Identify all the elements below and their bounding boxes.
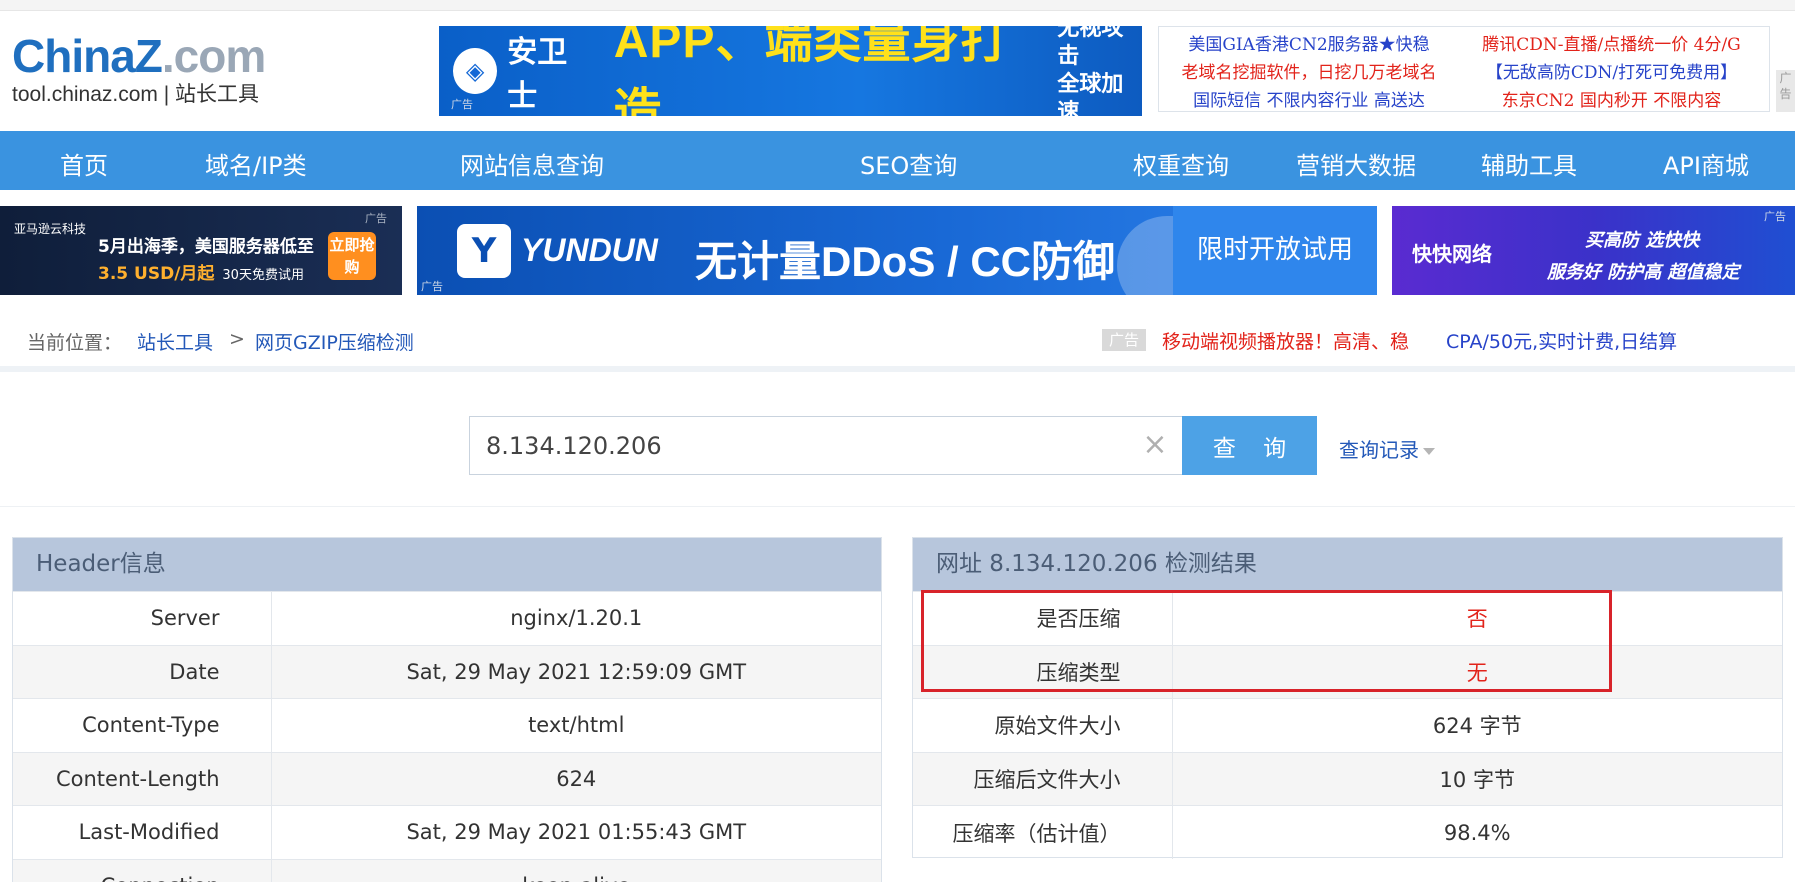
ad-tag: 广告 bbox=[365, 212, 387, 225]
main-nav: 首页 域名/IP类 网站信息查询 SEO查询 权重查询 营销大数据 辅助工具 A… bbox=[0, 131, 1795, 190]
text-ads-box: 美国GIA香港CN2服务器★快稳 老域名挖掘软件，日挖几万老域名 国际短信 不限… bbox=[1158, 26, 1770, 112]
breadcrumb-bar: 当前位置： 站长工具 > 网页GZIP压缩检测 广告 移动端视频播放器！高清、稳… bbox=[0, 307, 1795, 372]
panel-title: Header信息 bbox=[13, 538, 881, 591]
banner-side-text: 无视攻击 全球加速 bbox=[1057, 26, 1124, 116]
nav-domain-ip[interactable]: 域名/IP类 bbox=[205, 146, 307, 181]
breadcrumb-home[interactable]: 站长工具 bbox=[137, 328, 213, 355]
search-section: × 查 询 查询记录 bbox=[0, 378, 1795, 507]
ad-tag: 广告 bbox=[421, 280, 443, 293]
yundun-logo-icon: Y bbox=[457, 224, 511, 278]
table-row: 是否压缩否 bbox=[913, 591, 1782, 645]
search-input[interactable] bbox=[469, 416, 1182, 475]
row-value: Sat, 29 May 2021 12:59:09 GMT bbox=[271, 644, 881, 699]
table-row: Content-Length 624 bbox=[13, 751, 881, 806]
text-ad-link[interactable]: 腾讯CDN-直播/点播统一价 4分/G bbox=[1459, 31, 1764, 59]
text-ad-link[interactable]: 东京CN2 国内秒开 不限内容 bbox=[1459, 87, 1764, 115]
row-value: 624 字节 bbox=[1172, 698, 1782, 752]
table-row: 压缩后文件大小 10 字节 bbox=[913, 751, 1782, 806]
table-row: Last-Modified Sat, 29 May 2021 01:55:43 G… bbox=[13, 805, 881, 859]
nav-api[interactable]: API商城 bbox=[1663, 146, 1749, 181]
table-row: 压缩率（估计值） 98.4% bbox=[913, 805, 1782, 859]
row-value: 否 bbox=[1172, 591, 1782, 645]
ddos-title: 无计量DDoS / CC防御 bbox=[695, 238, 1116, 285]
table-row: Server nginx/1.20.1 bbox=[13, 591, 881, 645]
shield-icon: ◈ bbox=[453, 48, 498, 94]
ad-link-red[interactable]: 移动端视频播放器！高清、稳 bbox=[1162, 327, 1409, 354]
breadcrumb-label: 当前位置： bbox=[27, 332, 123, 354]
logo-wordmark: ChinaZ.com bbox=[12, 30, 266, 82]
ad-banner-kuaikuai[interactable]: 快快网络 买高防 选快快 服务好 防护高 超值稳定 广告 bbox=[1392, 206, 1795, 295]
row-key: Content-Type bbox=[13, 698, 272, 752]
row-key: Last-Modified bbox=[13, 805, 272, 859]
row-key: 是否压缩 bbox=[913, 591, 1173, 645]
row-key: 压缩率（估计值） bbox=[913, 805, 1173, 859]
query-history-dropdown[interactable]: 查询记录 bbox=[1339, 434, 1435, 463]
row-value: 624 bbox=[271, 751, 881, 806]
row-key: 压缩类型 bbox=[913, 644, 1173, 699]
row-value: text/html bbox=[271, 698, 881, 752]
buy-now-button[interactable]: 立即抢购 bbox=[328, 232, 376, 280]
row-key: Server bbox=[13, 591, 272, 645]
row-key: Connection bbox=[13, 858, 272, 882]
result-table: 是否压缩否压缩类型无原始文件大小 624 字节 压缩后文件大小 10 字节 压缩率（估计… bbox=[913, 591, 1782, 859]
table-row: 压缩类型无 bbox=[913, 644, 1782, 699]
row-value: keep-alive bbox=[271, 858, 881, 882]
header-info-panel: Header信息 Server nginx/1.20.1 Date Sat, 29 M… bbox=[12, 537, 882, 882]
caret-down-icon bbox=[1423, 448, 1435, 455]
trial-button[interactable]: 限时开放试用 bbox=[1173, 206, 1377, 295]
ad-banner-yundun[interactable]: Y YUNDUN 无计量DDoS / CC防御 限时开放试用 广告 bbox=[417, 206, 1377, 295]
nav-site-info[interactable]: 网站信息查询 bbox=[460, 146, 604, 181]
row-value: 无 bbox=[1172, 644, 1782, 699]
row-value: Sat, 29 May 2021 01:55:43 GMT bbox=[271, 805, 881, 859]
breadcrumb-separator: > bbox=[229, 328, 245, 350]
row-value: nginx/1.20.1 bbox=[271, 591, 881, 645]
banner-title: APP、端类量身打造 bbox=[613, 26, 1010, 116]
breadcrumb-current[interactable]: 网页GZIP压缩检测 bbox=[255, 328, 414, 355]
text-ad-link[interactable]: 老域名挖掘软件，日挖几万老域名 bbox=[1169, 59, 1449, 87]
row-value: 98.4% bbox=[1172, 805, 1782, 859]
nav-seo[interactable]: SEO查询 bbox=[860, 146, 957, 181]
panel-title: 网址 8.134.120.206 检测结果 bbox=[913, 538, 1782, 591]
ad-tag: 广告 bbox=[451, 98, 473, 111]
table-row: Content-Type text/html bbox=[13, 698, 881, 752]
ad-badge: 广告 bbox=[1102, 329, 1146, 351]
logo-subtitle: tool.chinaz.com | 站长工具 bbox=[12, 83, 260, 106]
table-row: 原始文件大小 624 字节 bbox=[913, 698, 1782, 752]
text-ads-left: 美国GIA香港CN2服务器★快稳 老域名挖掘软件，日挖几万老域名 国际短信 不限… bbox=[1169, 31, 1449, 115]
table-row: Connectionkeep-alive bbox=[13, 858, 881, 882]
top-strip bbox=[0, 0, 1795, 11]
text-ads-right: 腾讯CDN-直播/点播统一价 4分/G 【无敌高防CDN/打死可免费用】 东京C… bbox=[1459, 31, 1764, 115]
row-value: 10 字节 bbox=[1172, 751, 1782, 806]
text-ad-link[interactable]: 美国GIA香港CN2服务器★快稳 bbox=[1169, 31, 1449, 59]
ad-side-tag: 广告 bbox=[1776, 70, 1795, 112]
text-ad-link[interactable]: 【无敌高防CDN/打死可免费用】 bbox=[1459, 59, 1764, 87]
row-key: Content-Length bbox=[13, 751, 272, 806]
header-table: Server nginx/1.20.1 Date Sat, 29 May 2021 1… bbox=[13, 591, 881, 882]
row-key: 原始文件大小 bbox=[913, 698, 1173, 752]
yundun-brand: YUNDUN bbox=[521, 232, 658, 268]
ad-banner-aws[interactable]: 亚马逊云科技 5月出海季，美国服务器低至 3.5 USD/月起 30天免费试用 立… bbox=[0, 206, 402, 295]
nav-marketing[interactable]: 营销大数据 bbox=[1296, 146, 1416, 181]
ad-tag: 广告 bbox=[1764, 210, 1786, 223]
table-row: Date Sat, 29 May 2021 12:59:09 GMT bbox=[13, 644, 881, 699]
row-key: Date bbox=[13, 644, 272, 699]
nav-home[interactable]: 首页 bbox=[60, 146, 108, 181]
chinaz-logo[interactable]: ChinaZ.com tool.chinaz.com | 站长工具 bbox=[12, 30, 302, 110]
banner-brand: 安卫士 bbox=[507, 35, 568, 114]
top-ad-banner[interactable]: ◈ 安卫士 APP、端类量身打造 无视攻击 全球加速 广告 bbox=[439, 26, 1142, 116]
nav-tools[interactable]: 辅助工具 bbox=[1481, 146, 1577, 181]
ad-link-blue[interactable]: CPA/50元,实时计费,日结算 bbox=[1446, 327, 1677, 354]
kuaikuai-brand: 快快网络 bbox=[1412, 242, 1492, 266]
clear-icon[interactable]: × bbox=[1140, 430, 1170, 460]
nav-weight[interactable]: 权重查询 bbox=[1133, 146, 1229, 181]
row-key: 压缩后文件大小 bbox=[913, 751, 1173, 806]
text-ad-link[interactable]: 国际短信 不限内容行业 高送达 bbox=[1169, 87, 1449, 115]
result-panel: 网址 8.134.120.206 检测结果 是否压缩否压缩类型无原始文件大小 62… bbox=[912, 537, 1783, 859]
search-button[interactable]: 查 询 bbox=[1182, 416, 1317, 475]
